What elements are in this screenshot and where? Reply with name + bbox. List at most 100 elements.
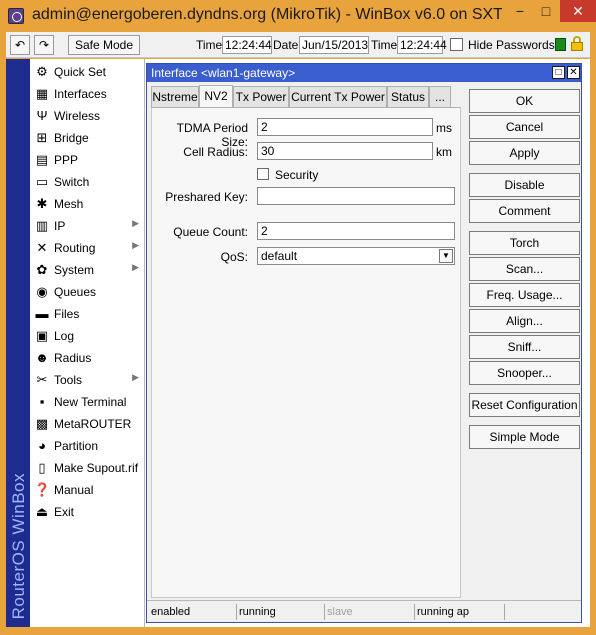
brand-text: RouterOS WinBox [9,472,28,619]
status-enabled: enabled [149,604,237,620]
cell-radius-input[interactable]: 30 [257,142,433,160]
tab-tx-power[interactable]: Tx Power [233,86,289,107]
sidebar-item-label: Mesh [54,197,84,211]
sidebar-item-new-terminal[interactable]: ▪ New Terminal [30,391,145,413]
log-icon: ▣ [35,328,49,343]
side-menu: ⚙ Quick Set ▦ Interfaces Ψ Wireless ⊞ Bridge ▤ PP… [30,59,145,627]
sidebar-item-quick-set[interactable]: ⚙ Quick Set [30,61,145,83]
preshared-key-label: Preshared Key: [165,190,248,204]
reset-configuration-button[interactable]: Reset Configuration [469,393,580,417]
qos-value: default [261,249,298,263]
simple-mode-button[interactable]: Simple Mode [469,425,580,449]
tdma-unit: ms [436,121,452,135]
sidebar-item-label: Radius [54,351,92,365]
scan-button[interactable]: Scan... [469,257,580,281]
status-slave: slave [325,604,415,620]
tools-icon: ✂ [36,372,48,387]
partition-icon: ◕ [38,438,46,453]
tab-nv2[interactable]: NV2 [199,85,233,108]
apply-button[interactable]: Apply [469,141,580,165]
window-title: admin@energoberen.dyndns.org (MikroTik) … [32,6,502,23]
security-label: Security [275,168,319,182]
torch-button[interactable]: Torch [469,231,580,255]
close-button[interactable]: ✕ [560,0,596,22]
minimize-button[interactable]: − [507,0,533,22]
interface-dialog: Interface <wlan1-gateway> □ ✕ Nstreme NV… [146,63,582,623]
qos-label: QoS: [220,250,248,264]
undo-button[interactable]: ↶ [10,35,30,55]
redo-button[interactable]: ↷ [34,35,54,55]
date-field[interactable]: Jun/15/2013 [299,36,369,54]
terminal-icon: ▪ [39,394,45,409]
sidebar-item-partition[interactable]: ◕ Partition [30,435,145,457]
brand-strip: RouterOS WinBox [6,59,30,627]
sidebar-item-system[interactable]: ✿ System ▶ [30,259,145,281]
qos-select[interactable]: default ▼ [257,247,455,265]
time-field[interactable]: 12:24:44 [222,36,272,54]
sidebar-item-label: MetaROUTER [54,417,132,431]
submenu-arrow-icon: ▶ [132,262,139,272]
sidebar-item-manual[interactable]: ❓ Manual [30,479,145,501]
disable-button[interactable]: Disable [469,173,580,197]
tab-nstreme[interactable]: Nstreme [151,86,199,107]
dialog-maximize-button[interactable]: □ [552,66,565,79]
sidebar-item-wireless[interactable]: Ψ Wireless [30,105,145,127]
submenu-arrow-icon: ▶ [132,218,139,228]
sidebar-item-queues[interactable]: ◉ Queues [30,281,145,303]
comment-button[interactable]: Comment [469,199,580,223]
sidebar-item-make-supout-rif[interactable]: ▯ Make Supout.rif [30,457,145,479]
preshared-key-input[interactable] [257,187,455,205]
ok-button[interactable]: OK [469,89,580,113]
cancel-button[interactable]: Cancel [469,115,580,139]
sidebar-item-log[interactable]: ▣ Log [30,325,145,347]
title-bar[interactable]: admin@energoberen.dyndns.org (MikroTik) … [0,0,596,32]
sniff-button[interactable]: Sniff... [469,335,580,359]
sidebar-item-label: Make Supout.rif [54,461,139,475]
sidebar-item-ppp[interactable]: ▤ PPP [30,149,145,171]
sidebar-item-routing[interactable]: ✕ Routing ▶ [30,237,145,259]
sidebar-item-ip[interactable]: ▥ IP ▶ [30,215,145,237]
main-area: RouterOS WinBox ⚙ Quick Set ▦ Interfaces Ψ Wi… [6,59,590,627]
dropdown-arrow-icon[interactable]: ▼ [439,249,453,263]
sidebar-item-label: Tools [54,373,83,387]
lock-icon [571,36,583,52]
sidebar-item-bridge[interactable]: ⊞ Bridge [30,127,145,149]
tab-status[interactable]: Status [387,86,429,107]
quick-set-icon: ⚙ [36,64,48,79]
switch-icon: ▭ [35,174,49,189]
exit-icon: ⏏ [35,504,49,519]
security-checkbox[interactable] [257,168,269,180]
snooper-button[interactable]: Snooper... [469,361,580,385]
queue-count-input[interactable]: 2 [257,222,455,240]
tdma-period-input[interactable]: 2 [257,118,433,136]
sidebar-item-label: Wireless [54,109,101,123]
dialog-title[interactable]: Interface <wlan1-gateway> [147,64,581,82]
maximize-button[interactable]: □ [533,0,559,22]
dialog-close-button[interactable]: ✕ [567,66,580,79]
sidebar-item-interfaces[interactable]: ▦ Interfaces [30,83,145,105]
bridge-icon: ⊞ [36,130,48,145]
cell-radius-unit: km [436,145,452,159]
time2-field[interactable]: 12:24:44 [397,36,447,54]
sidebar-item-label: Files [54,307,80,321]
sidebar-item-radius[interactable]: ☻ Radius [30,347,145,369]
sidebar-item-mesh[interactable]: ✱ Mesh [30,193,145,215]
sidebar-item-label: Quick Set [54,65,107,79]
sidebar-item-tools[interactable]: ✂ Tools ▶ [30,369,145,391]
routing-icon: ✕ [36,240,48,255]
safe-mode-button[interactable]: Safe Mode [68,35,140,55]
sidebar-item-exit[interactable]: ⏏ Exit [30,501,145,523]
ip-icon: ▥ [35,218,49,233]
sidebar-item-label: Exit [54,505,75,519]
hide-passwords-checkbox[interactable] [450,38,463,51]
tab-current-tx-power[interactable]: Current Tx Power [289,86,387,107]
sidebar-item-files[interactable]: ▬ Files [30,303,145,325]
tab-more[interactable]: ... [429,86,451,107]
sidebar-item-switch[interactable]: ▭ Switch [30,171,145,193]
redo-icon: ↷ [38,38,50,52]
sidebar-item-label: Bridge [54,131,89,145]
freq-usage-button[interactable]: Freq. Usage... [469,283,580,307]
sidebar-item-metarouter[interactable]: ▩ MetaROUTER [30,413,145,435]
align-button[interactable]: Align... [469,309,580,333]
submenu-arrow-icon: ▶ [132,372,139,382]
